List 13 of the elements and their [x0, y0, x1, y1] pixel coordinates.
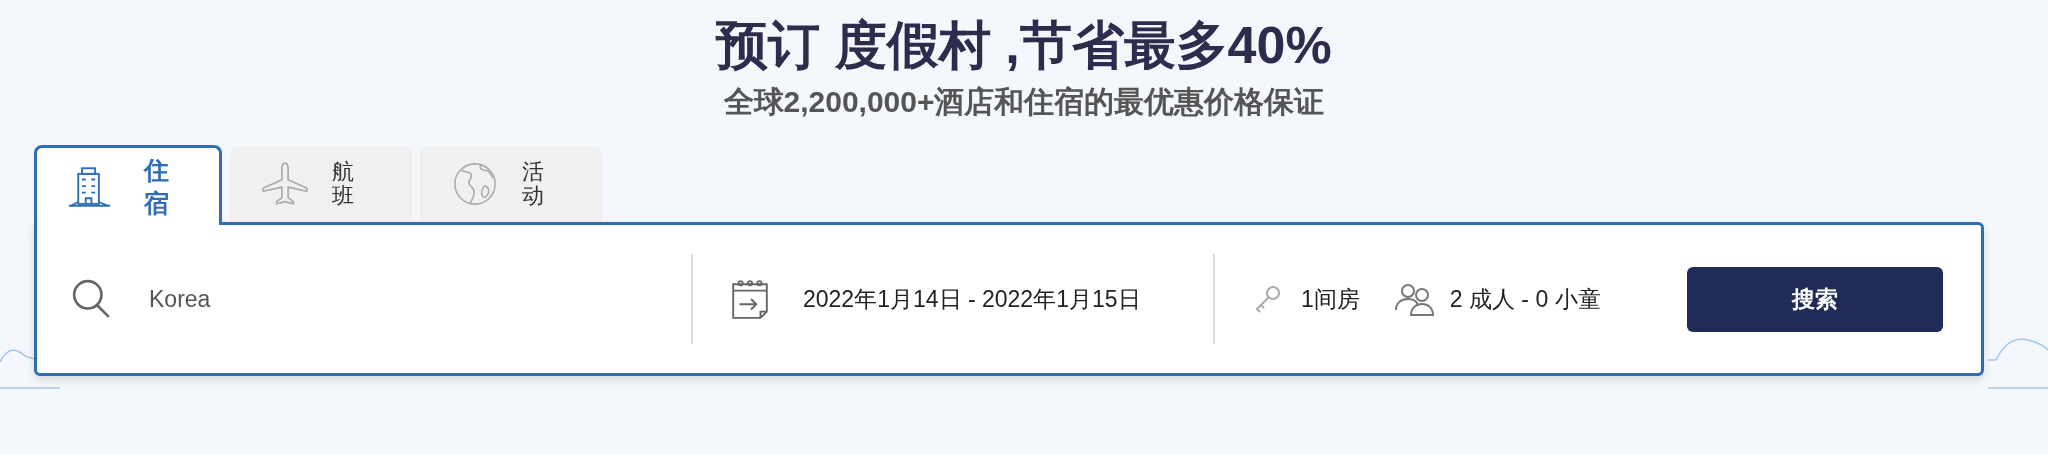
airplane-icon [260, 161, 310, 207]
guests-field[interactable]: 2 成人 - 0 小童 [1449, 283, 1601, 315]
tab[interactable]: 航班 [230, 146, 412, 222]
rooms-field[interactable]: 1间房 [1301, 283, 1360, 315]
tab[interactable]: 住宿 [34, 145, 222, 225]
destination-field[interactable]: Korea [149, 285, 211, 313]
search-button[interactable]: 搜索 [1687, 266, 1943, 332]
date-range-field[interactable]: 2022年1月14日 - 2022年1月15日 [803, 283, 1141, 315]
subtitle: 全球2,200,000+酒店和住宿的最优惠价格保证 [723, 84, 1325, 120]
calendar-icon [729, 278, 771, 320]
headline: 预订 度假村 ,节省最多40% [716, 15, 1332, 76]
key-icon [1253, 284, 1283, 314]
tab[interactable]: 活动 [420, 146, 602, 222]
